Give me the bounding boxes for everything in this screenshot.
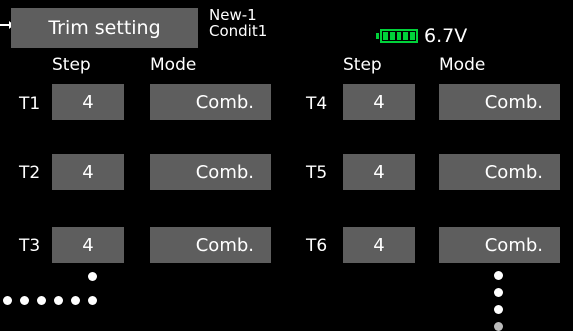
column-header-step-left: Step	[52, 55, 91, 75]
trim-t4-mode-button[interactable]: Comb.	[439, 84, 560, 120]
menu-connector-arrow	[0, 21, 14, 29]
page-title-button[interactable]: Trim setting	[11, 8, 198, 48]
trim-t2-step-button[interactable]: 4	[52, 154, 124, 190]
trim-setting-screen: Trim setting New-1 Condit1 6.7V Step Mod…	[0, 0, 573, 331]
model-info: New-1 Condit1	[209, 7, 267, 39]
trim-t6-step-button[interactable]: 4	[343, 227, 415, 263]
trim-label-t3: T3	[19, 236, 41, 256]
callout-dot	[494, 271, 503, 280]
trim-label-t1: T1	[19, 94, 41, 114]
callout-dot	[494, 305, 503, 314]
trim-t5-step-button[interactable]: 4	[343, 154, 415, 190]
callout-dot	[54, 296, 63, 305]
trim-t2-mode-button[interactable]: Comb.	[150, 154, 271, 190]
trim-label-t2: T2	[19, 163, 41, 183]
callout-dot	[88, 272, 97, 281]
trim-label-t5: T5	[306, 163, 328, 183]
trim-label-t4: T4	[306, 94, 328, 114]
model-name: New-1	[209, 6, 257, 24]
callout-dot	[37, 296, 46, 305]
trim-t6-mode-button[interactable]: Comb.	[439, 227, 560, 263]
column-header-step-right: Step	[343, 55, 382, 75]
column-header-mode-left: Mode	[150, 55, 197, 75]
trim-t4-step-button[interactable]: 4	[343, 84, 415, 120]
callout-dot	[494, 322, 503, 331]
battery-voltage: 6.7V	[424, 25, 468, 47]
trim-t1-mode-button[interactable]: Comb.	[150, 84, 271, 120]
trim-t3-mode-button[interactable]: Comb.	[150, 227, 271, 263]
trim-t5-mode-button[interactable]: Comb.	[439, 154, 560, 190]
callout-dot	[71, 296, 80, 305]
callout-dot	[494, 288, 503, 297]
page-title: Trim setting	[48, 17, 161, 39]
callout-dot	[20, 296, 29, 305]
trim-t3-step-button[interactable]: 4	[52, 227, 124, 263]
trim-t1-step-button[interactable]: 4	[52, 84, 124, 120]
column-header-mode-right: Mode	[439, 55, 486, 75]
trim-label-t6: T6	[306, 236, 328, 256]
condition-name: Condit1	[209, 22, 268, 40]
battery-icon	[376, 29, 420, 43]
callout-dot	[88, 296, 97, 305]
callout-dot	[3, 296, 12, 305]
